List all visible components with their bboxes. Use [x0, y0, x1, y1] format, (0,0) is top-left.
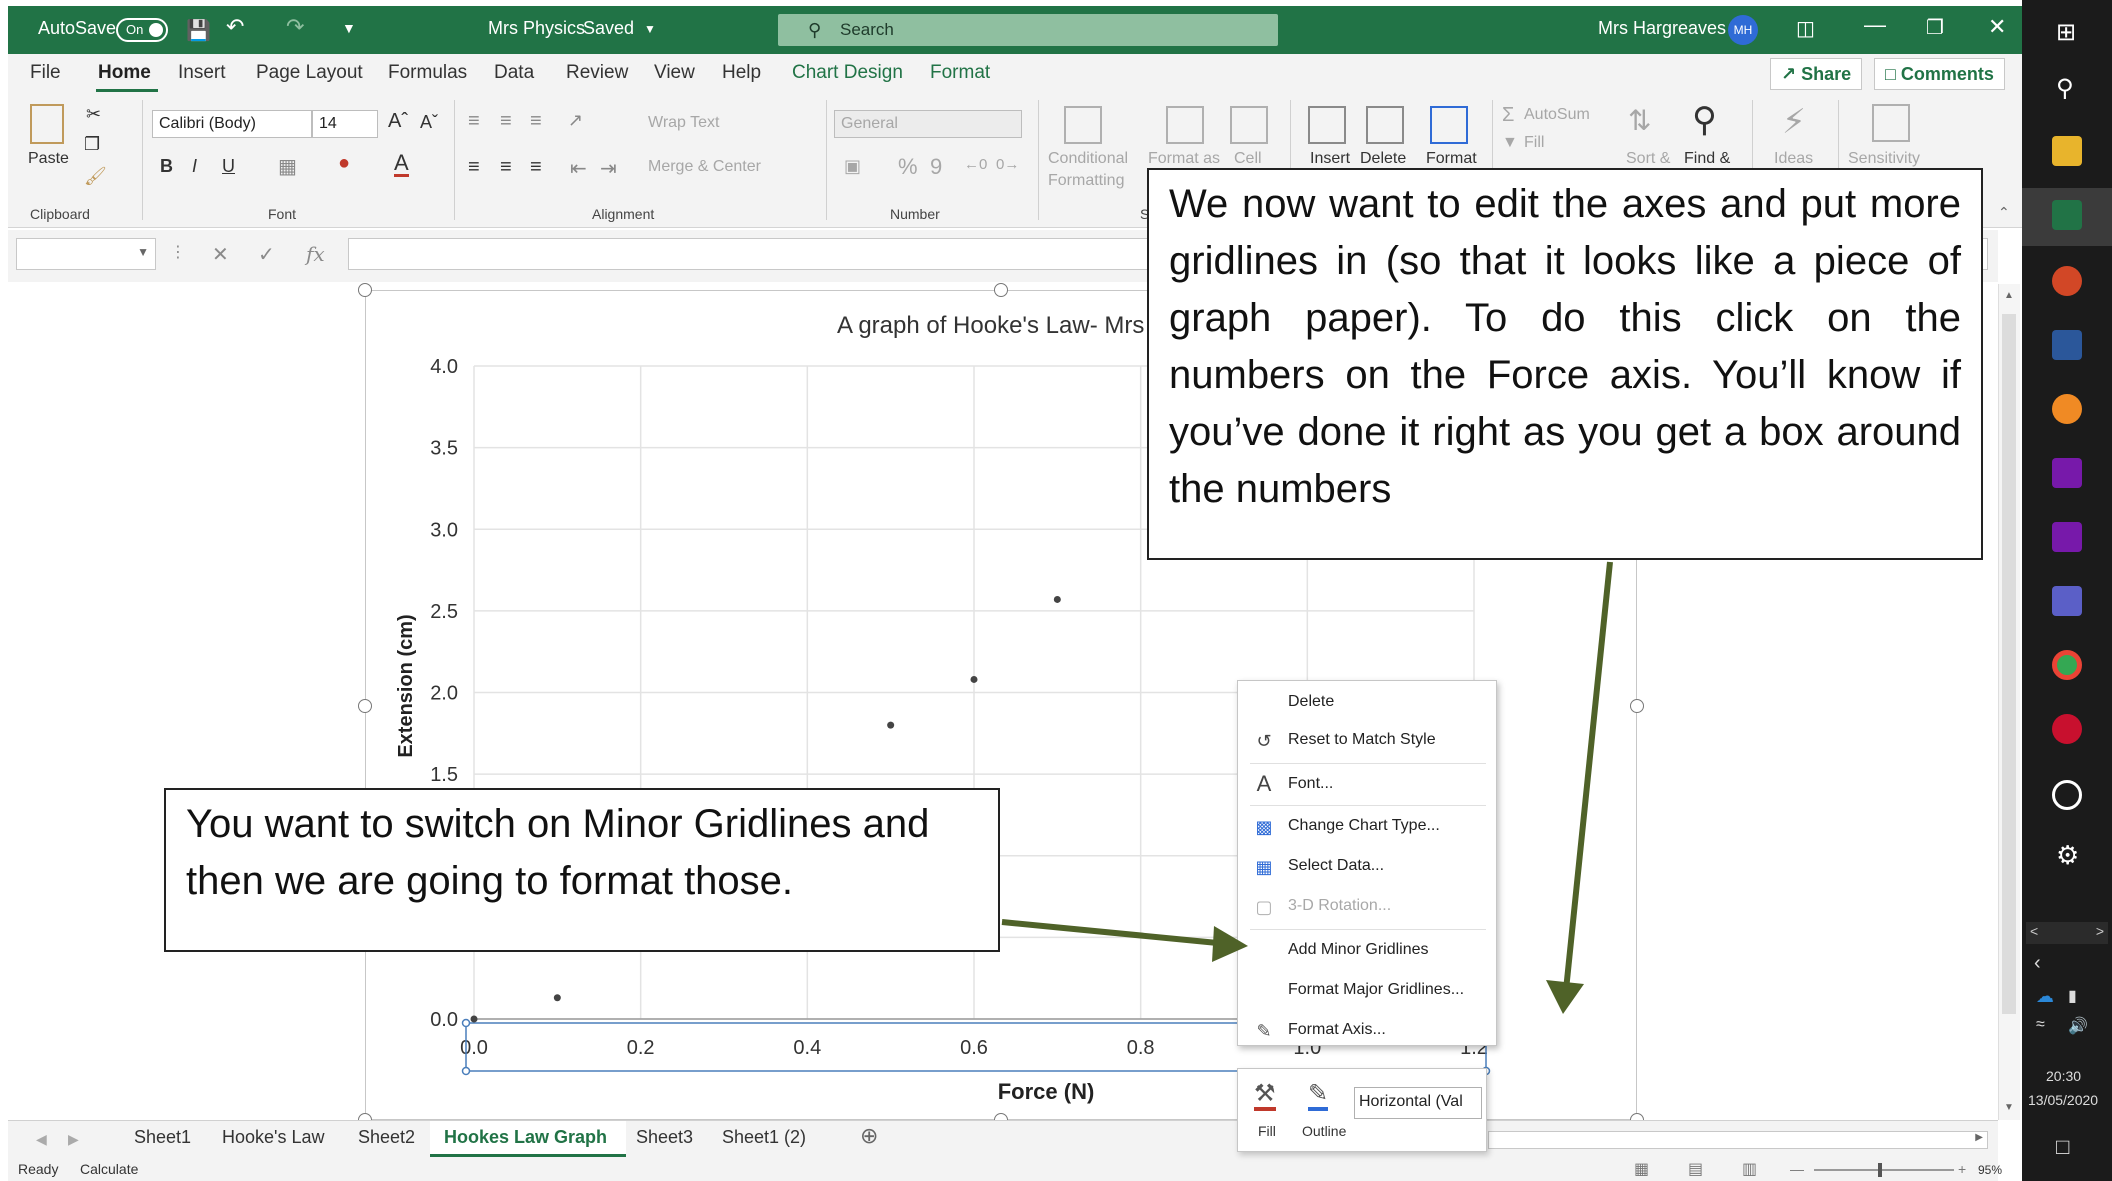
windows-taskbar: ⊞ ⚲ ⚙ < > ‹ ☁ ▮ ≈ 🔊 20:30 13/05/2020 □	[2022, 0, 2112, 1181]
app-icon[interactable]	[2052, 780, 2082, 810]
word-icon[interactable]	[2052, 330, 2082, 360]
chevron-left-icon[interactable]: ‹	[2034, 952, 2041, 975]
powerpoint-icon[interactable]	[2052, 266, 2082, 296]
annotation-arrows	[1001, 561, 1613, 1014]
volume-icon[interactable]: 🔊	[2068, 1016, 2088, 1036]
scroll-left-icon[interactable]: <	[2030, 923, 2038, 939]
settings-icon[interactable]: ⚙	[2056, 840, 2079, 871]
chrome-icon[interactable]	[2052, 650, 2082, 680]
battery-icon[interactable]: ▮	[2068, 986, 2077, 1006]
arrow-left	[1001, 919, 1229, 947]
app-icon[interactable]	[2052, 714, 2082, 744]
arrowhead-left	[1212, 926, 1248, 962]
windows-start-icon[interactable]: ⊞	[2056, 18, 2076, 47]
app-icon[interactable]	[2052, 394, 2082, 424]
onedrive-icon[interactable]: ☁	[2036, 986, 2054, 1007]
arrowhead-top	[1546, 980, 1584, 1014]
onenote-icon[interactable]	[2052, 522, 2082, 552]
wifi-icon[interactable]: ≈	[2036, 1016, 2045, 1034]
arrow-top	[1563, 561, 1613, 991]
onenote-icon[interactable]	[2052, 458, 2082, 488]
clock-date[interactable]: 13/05/2020	[2028, 1092, 2098, 1108]
notification-icon[interactable]: □	[2056, 1134, 2069, 1160]
scroll-right-icon[interactable]: >	[2096, 923, 2104, 939]
taskbar-search-icon[interactable]: ⚲	[2056, 74, 2074, 103]
file-explorer-icon[interactable]	[2052, 136, 2082, 166]
excel-icon[interactable]	[2052, 200, 2082, 230]
clock-time[interactable]: 20:30	[2046, 1068, 2081, 1084]
taskbar-scroll[interactable]: < >	[2026, 922, 2108, 944]
teams-icon[interactable]	[2052, 586, 2082, 616]
excel-window: AutoSave On 💾 ↶ ↷ ▼ Mrs Physics Saved ▼ …	[0, 0, 2112, 1181]
